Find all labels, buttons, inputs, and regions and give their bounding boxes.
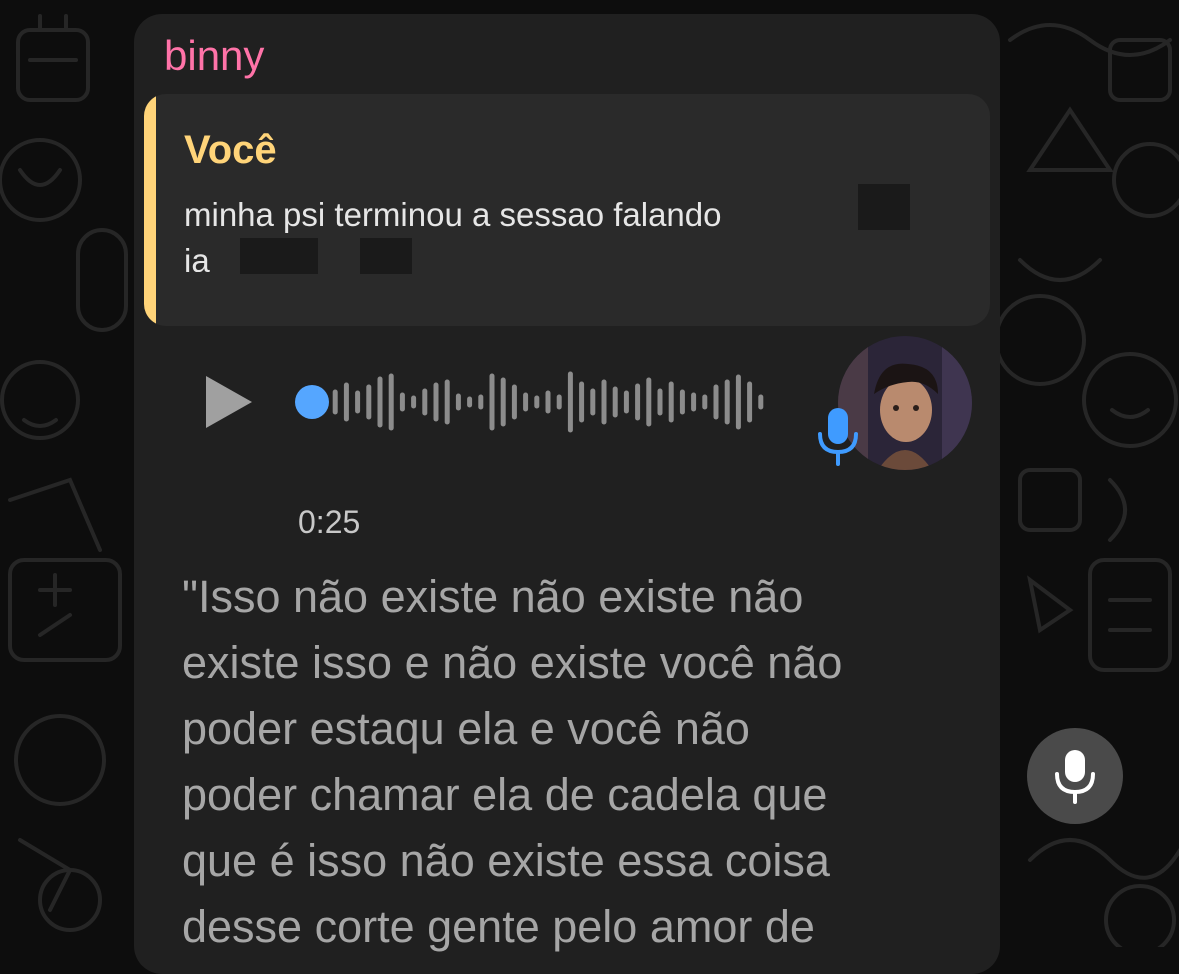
play-icon[interactable]: [204, 374, 254, 430]
playback-progress-dot[interactable]: [295, 385, 329, 419]
quote-accent-bar: [144, 94, 156, 326]
redaction-box: [240, 238, 318, 274]
transcript-line: desse corte gente pelo amor de: [182, 901, 815, 952]
quoted-author: Você: [184, 128, 277, 172]
voice-transcript: "Isso não existe não existe não existe i…: [182, 564, 982, 960]
transcript-line: que é isso não existe essa coisa: [182, 835, 830, 886]
voice-duration: 0:25: [298, 504, 361, 540]
redaction-box: [858, 184, 910, 230]
redaction-box: [360, 238, 412, 274]
microphone-icon: [818, 408, 858, 466]
microphone-icon: [1055, 750, 1095, 804]
transcript-line: existe isso e não existe você não: [182, 637, 843, 688]
transcript-line: poder chamar ela de cadela que: [182, 769, 828, 820]
transcript-line: poder estaqu ela e você não: [182, 703, 750, 754]
voice-message-bubble[interactable]: binny Você minha psi terminou a sessao f…: [134, 14, 1000, 974]
quoted-text-line1: minha psi terminou a sessao falando: [184, 196, 722, 233]
transcript-line: "Isso não existe não existe não: [182, 571, 804, 622]
record-voice-button[interactable]: [1027, 728, 1123, 824]
audio-waveform[interactable]: [294, 366, 774, 438]
sender-name: binny: [164, 32, 265, 79]
quoted-reply[interactable]: Você minha psi terminou a sessao falando…: [144, 94, 990, 326]
